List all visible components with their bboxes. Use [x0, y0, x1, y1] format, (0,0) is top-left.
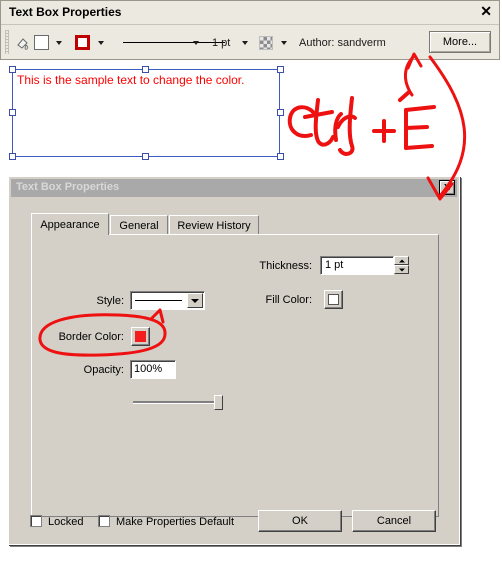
solid-line-preview: [135, 300, 182, 301]
close-icon[interactable]: ✕: [480, 4, 492, 18]
thickness-dropdown-icon[interactable]: [238, 26, 252, 59]
style-label: Style:: [96, 295, 124, 307]
more-button[interactable]: More...: [429, 31, 491, 53]
resize-handle-top-center[interactable]: [142, 66, 149, 73]
dialog-title: Text Box Properties: [16, 181, 120, 193]
thickness-input[interactable]: 1 pt: [320, 256, 394, 275]
make-properties-default-checkbox[interactable]: [98, 515, 110, 527]
tab-label: Review History: [177, 219, 251, 232]
resize-handle-top-right[interactable]: [277, 66, 284, 73]
tab-label: Appearance: [40, 218, 100, 231]
thickness-value: 1 pt: [325, 259, 344, 271]
opacity-value: 100%: [134, 363, 163, 375]
resize-handle-middle-right[interactable]: [277, 109, 284, 116]
properties-toolbar-window: Text Box Properties ✕ 1 pt Author: sandv…: [0, 0, 500, 60]
fill-color-dropdown-icon[interactable]: [52, 26, 66, 59]
resize-handle-top-left[interactable]: [9, 66, 16, 73]
close-icon[interactable]: x: [439, 180, 455, 195]
toolbar-drag-handle[interactable]: [5, 30, 9, 54]
resize-handle-bottom-center[interactable]: [142, 153, 149, 160]
tab-review-history[interactable]: Review History: [169, 215, 259, 235]
text-box-properties-dialog: Text Box Properties x Appearance General…: [8, 176, 460, 545]
thickness-stepper[interactable]: [394, 256, 409, 275]
tab-label: General: [119, 219, 159, 232]
opacity-dropdown-icon[interactable]: [277, 26, 291, 59]
opacity-input[interactable]: 100%: [130, 360, 176, 379]
chevron-down-icon[interactable]: [187, 293, 203, 308]
border-color-label: Border Color:: [58, 331, 124, 343]
page-title: Text Box Properties: [9, 5, 122, 19]
thickness-label: 1 pt: [212, 26, 230, 59]
style-combobox[interactable]: [130, 291, 205, 310]
slider-thumb[interactable]: [214, 395, 223, 410]
resize-handle-middle-left[interactable]: [9, 109, 16, 116]
border-color-button[interactable]: [131, 327, 150, 346]
fill-color-swatch: [328, 294, 339, 305]
border-color-swatch[interactable]: [75, 26, 90, 59]
selected-text-box[interactable]: This is the sample text to change the co…: [12, 69, 280, 157]
document-page-area: This is the sample text to change the co…: [0, 61, 502, 171]
make-properties-default-label: Make Properties Default: [116, 516, 234, 528]
ink-bottle-icon[interactable]: [15, 26, 30, 59]
resize-handle-bottom-left[interactable]: [9, 153, 16, 160]
stepper-up-icon[interactable]: [394, 256, 409, 265]
border-color-dropdown-icon[interactable]: [94, 26, 108, 59]
line-style-dropdown-icon[interactable]: [189, 26, 203, 59]
tab-appearance[interactable]: Appearance: [31, 213, 109, 235]
thickness-label: Thickness:: [259, 260, 312, 272]
ok-button[interactable]: OK: [258, 510, 342, 532]
fill-color-swatch[interactable]: [34, 26, 49, 59]
properties-titlebar: Text Box Properties ✕: [1, 1, 499, 25]
dialog-titlebar: Text Box Properties x: [11, 179, 457, 197]
border-color-swatch: [135, 331, 146, 342]
tab-general[interactable]: General: [110, 215, 168, 235]
opacity-checkerboard-icon[interactable]: [259, 26, 273, 59]
locked-label: Locked: [48, 516, 84, 528]
opacity-label: Opacity:: [83, 364, 124, 376]
stepper-down-icon[interactable]: [394, 265, 409, 274]
locked-checkbox[interactable]: [30, 515, 42, 527]
fill-color-button[interactable]: [324, 290, 343, 309]
opacity-slider[interactable]: [133, 394, 223, 412]
cancel-button[interactable]: Cancel: [352, 510, 436, 532]
author-label: Author: sandverm: [299, 36, 386, 49]
text-box-content: This is the sample text to change the co…: [17, 73, 245, 87]
slider-track: [133, 401, 221, 404]
properties-toolbar: 1 pt Author: sandverm More...: [1, 26, 499, 59]
fill-color-label: Fill Color:: [265, 294, 312, 306]
resize-handle-bottom-right[interactable]: [277, 153, 284, 160]
thickness-value: 1 pt: [212, 36, 231, 49]
